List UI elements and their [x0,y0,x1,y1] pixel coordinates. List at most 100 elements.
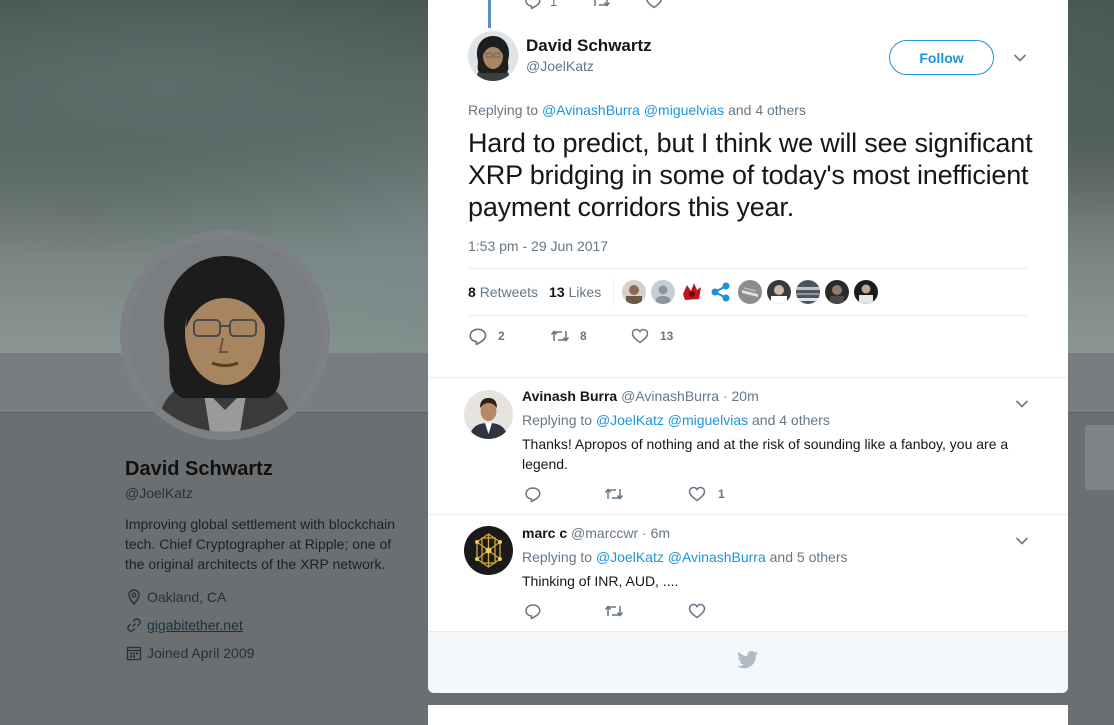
stats-divider [613,278,615,306]
liker-avatar[interactable] [680,280,705,304]
reply-actions [524,602,768,620]
like-button[interactable] [688,602,718,620]
chevron-down-icon [1015,537,1029,545]
profile-website-row: gigabitether.net [125,615,405,635]
mention-link[interactable]: @AvinashBurra [668,549,766,565]
modal-footer [428,631,1068,693]
tweet-timestamp[interactable]: 1:53 pm - 29 Jun 2017 [468,238,608,254]
profile-avatar[interactable] [128,238,322,432]
next-tweet-card [428,705,1068,725]
location-pin-icon [125,588,143,606]
profile-joined-row: Joined April 2009 [125,643,405,663]
mention-link[interactable]: @JoelKatz [596,412,664,428]
tweet-text: Hard to predict, but I think we will see… [468,128,1033,222]
retweet-button[interactable] [604,602,636,620]
tweet-stats: 8 Retweets 13 Likes [468,268,1028,316]
tweet-author-handle[interactable]: @JoelKatz [526,58,594,74]
retweet-button[interactable]: 8 [550,327,630,345]
profile-location-row: Oakland, CA [125,587,405,607]
previous-retweet-button[interactable] [591,0,611,10]
profile-name[interactable]: David Schwartz [125,458,405,481]
reply-author-name[interactable]: Avinash Burra [522,388,617,404]
reply-button[interactable]: 2 [468,326,550,346]
reply-more-menu[interactable] [1014,396,1030,412]
thread-connector-line [488,0,491,28]
profile-joined-date: Joined April 2009 [147,645,255,661]
reply-author-name[interactable]: marc c [522,525,567,541]
like-button[interactable]: 1 [688,485,725,503]
tweet-author-name[interactable]: David Schwartz [526,36,652,56]
profile-location: Oakland, CA [147,589,227,605]
reply-icon [524,602,542,620]
reply-author-avatar[interactable] [464,390,513,439]
liker-avatar[interactable] [622,280,647,304]
reply-icon [525,0,541,10]
link-icon [125,616,143,634]
previous-tweet-actions: 1 [524,0,697,10]
retweets-label: Retweets [479,284,539,300]
profile-avatar-frame [120,230,330,440]
profile-website-link[interactable]: gigabitether.net [147,617,243,633]
replying-others[interactable]: and 4 others [752,412,830,428]
reply-count: 2 [498,329,505,343]
mention-link[interactable]: @miguelvias [668,412,748,428]
tweet-more-menu[interactable] [1012,50,1028,66]
reply-time[interactable]: · 6m [642,525,670,541]
reply-tweet[interactable]: marc c @marccwr · 6m Replying to @JoelKa… [428,515,1068,631]
reply-author-handle[interactable]: @marccwr [571,525,638,541]
retweet-icon [604,485,624,503]
reply-tweet[interactable]: Avinash Burra @AvinashBurra · 20m Replyi… [428,378,1068,514]
like-count: 1 [718,487,725,501]
mention-link[interactable]: @AvinashBurra [542,102,640,118]
retweets-count: 8 [468,284,476,300]
liker-avatar[interactable] [854,280,879,304]
liker-avatar[interactable] [796,280,821,304]
chevron-down-icon [1015,400,1029,408]
likes-label: Likes [568,284,602,300]
liker-avatar[interactable] [651,280,676,304]
retweet-icon [550,327,570,345]
liker-avatar[interactable] [709,280,734,304]
heart-icon [646,0,663,9]
heart-icon [630,327,650,345]
reply-button[interactable] [524,602,554,620]
reply-icon [524,485,542,503]
reply-actions: 1 [524,485,775,503]
twitter-bird-icon [737,651,759,674]
previous-reply-button[interactable]: 1 [524,0,557,10]
reply-more-menu[interactable] [1014,533,1030,549]
follow-button[interactable]: Follow [889,40,994,75]
mention-link[interactable]: @miguelvias [644,102,724,118]
retweet-button[interactable] [604,485,636,503]
liker-avatar[interactable] [767,280,792,304]
previous-like-button[interactable] [645,0,663,10]
liker-avatar[interactable] [738,280,763,304]
sidebar-widget [1085,425,1114,490]
retweets-stat[interactable]: 8 Retweets [468,284,538,300]
like-button[interactable]: 13 [630,327,673,345]
calendar-icon [125,644,143,662]
mention-link[interactable]: @JoelKatz [596,549,664,565]
reply-author-handle[interactable]: @AvinashBurra [621,388,719,404]
liker-avatars [622,280,883,304]
chevron-down-icon [1013,54,1027,62]
replying-label: Replying to [522,549,593,565]
tweet-author-avatar[interactable] [468,31,518,81]
liker-avatar[interactable] [825,280,850,304]
profile-handle[interactable]: @JoelKatz [125,485,405,501]
retweet-icon [604,602,624,620]
reply-time[interactable]: · 20m [723,388,759,404]
replying-label: Replying to [522,412,593,428]
reply-text: Thanks! Apropos of nothing and at the ri… [522,436,1009,472]
profile-card: David Schwartz @JoelKatz Improving globa… [125,458,405,663]
reply-replying-to: Replying to @JoelKatz @AvinashBurra and … [522,549,847,565]
replying-others[interactable]: and 4 others [728,102,806,118]
likes-stat[interactable]: 13 Likes [549,284,601,300]
reply-header: marc c @marccwr · 6m [522,525,670,541]
profile-bio: Improving global settlement with blockch… [125,516,396,572]
tweet-permalink-modal: 1 David Schwartz @JoelKatz Follow Replyi… [428,0,1068,693]
likes-count: 13 [549,284,565,300]
replying-others[interactable]: and 5 others [770,549,848,565]
reply-author-avatar[interactable] [464,526,513,575]
reply-button[interactable] [524,485,554,503]
